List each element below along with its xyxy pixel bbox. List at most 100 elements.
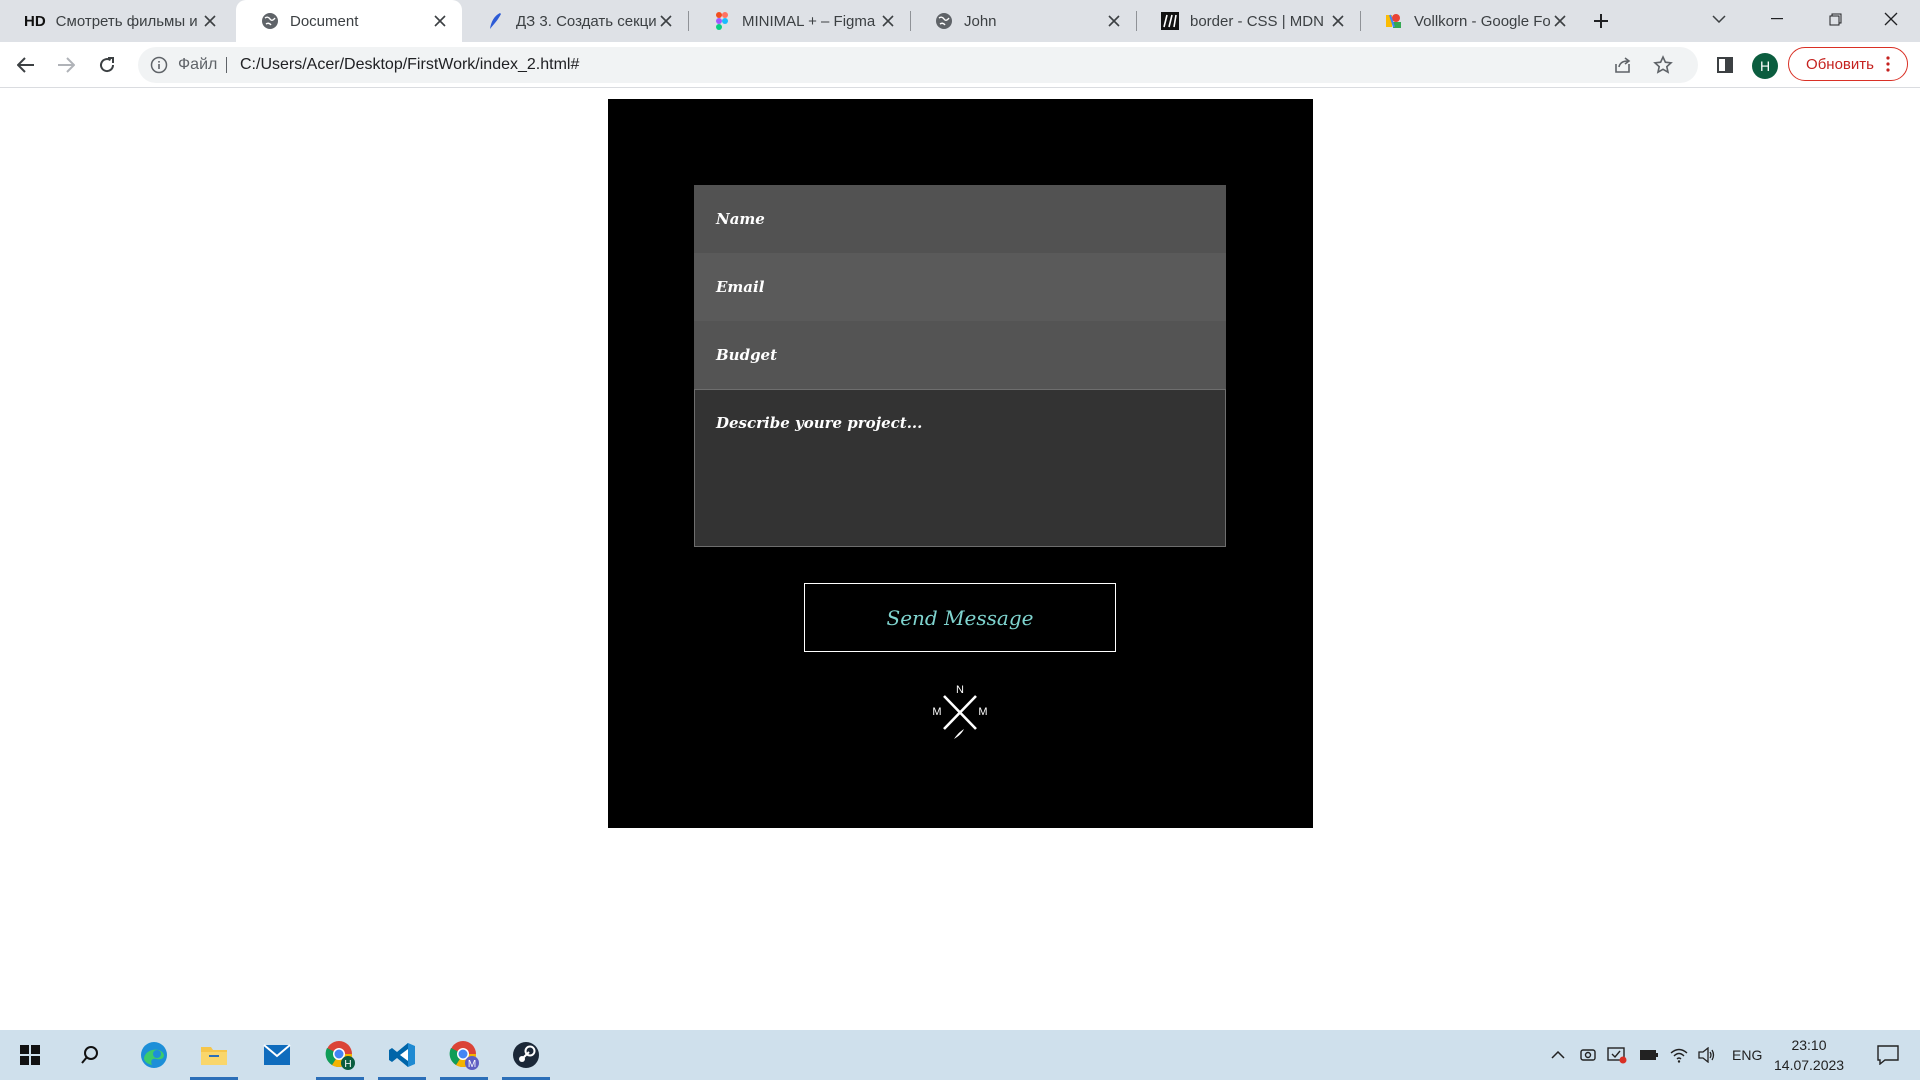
close-icon[interactable] [656, 11, 676, 31]
close-icon[interactable] [200, 11, 220, 31]
url-text[interactable]: C:/Users/Acer/Desktop/FirstWork/index_2.… [240, 47, 579, 83]
tab-title: Document [290, 12, 359, 30]
tab-search-button[interactable] [1690, 0, 1748, 38]
project-description-textarea[interactable]: Describe youre project... [694, 389, 1226, 547]
file-explorer-icon [201, 1047, 227, 1065]
budget-field[interactable]: Budget [694, 321, 1226, 389]
windows-start-button[interactable] [6, 1030, 54, 1080]
camera-icon [1580, 1049, 1596, 1061]
reload-button[interactable] [91, 49, 123, 81]
share-icon[interactable] [1613, 56, 1633, 79]
mdn-icon [1160, 11, 1180, 31]
search-button[interactable] [66, 1030, 114, 1080]
tab-title: Vollkorn - Google For [1414, 12, 1550, 30]
send-message-button[interactable]: Send Message [804, 583, 1116, 652]
volume-button[interactable] [1694, 1030, 1720, 1080]
chrome-profile-badge: Н [344, 1059, 351, 1070]
forward-button[interactable] [50, 49, 82, 81]
vscode-app[interactable] [378, 1030, 426, 1080]
chrome-profile-badge: М [468, 1059, 476, 1070]
google-fonts-icon [1384, 11, 1404, 31]
bookmark-star-icon[interactable] [1653, 55, 1673, 80]
logo-letter-left: M [932, 706, 941, 718]
close-window-button[interactable] [1862, 0, 1920, 38]
tab-title: ДЗ 3. Создать секции [516, 12, 656, 30]
chrome-icon: Н [325, 1041, 355, 1070]
speaker-icon [1698, 1047, 1715, 1063]
tab-title: border - CSS | MDN [1190, 12, 1324, 30]
message-placeholder: Describe youre project... [716, 414, 923, 432]
new-tab-button[interactable] [1582, 2, 1620, 40]
logo-letter-top: N [956, 684, 964, 696]
tab-title: John [964, 12, 997, 30]
name-field[interactable]: Name [694, 185, 1226, 253]
file-explorer-app[interactable] [190, 1030, 238, 1080]
profile-avatar[interactable]: Н [1752, 53, 1778, 79]
contact-form-card: Name Email Budget Describe youre project… [608, 99, 1313, 828]
vscode-icon [389, 1043, 415, 1067]
chevron-down-icon [1712, 15, 1726, 23]
wifi-icon [1670, 1048, 1688, 1063]
tab-movies[interactable]: HD Смотреть фильмы и [0, 0, 232, 42]
tab-homework[interactable]: ДЗ 3. Создать секции [462, 0, 688, 42]
address-bar[interactable]: Файл C:/Users/Acer/Desktop/FirstWork/ind… [138, 47, 1698, 83]
minimize-button[interactable] [1748, 0, 1806, 38]
security-tray-button[interactable] [1604, 1030, 1630, 1080]
notification-icon [1877, 1045, 1899, 1065]
tab-google-fonts[interactable]: Vollkorn - Google For [1360, 0, 1582, 42]
hd-icon: HD [24, 12, 46, 30]
update-button[interactable]: Обновить [1788, 47, 1908, 81]
restore-button[interactable] [1806, 0, 1864, 38]
tab-figma[interactable]: MINIMAL + – Figma [688, 0, 910, 42]
battery-icon [1640, 1050, 1658, 1060]
tab-john[interactable]: John [910, 0, 1136, 42]
clock-time: 23:10 [1791, 1037, 1827, 1053]
edge-icon [141, 1042, 167, 1068]
browser-toolbar: Файл C:/Users/Acer/Desktop/FirstWork/ind… [0, 42, 1920, 88]
tab-document[interactable]: Document [236, 0, 462, 42]
close-icon[interactable] [1104, 11, 1124, 31]
info-icon[interactable] [150, 56, 168, 79]
input-language[interactable]: ENG [1732, 1030, 1762, 1080]
email-field[interactable]: Email [694, 253, 1226, 321]
defender-icon [1607, 1047, 1627, 1064]
budget-placeholder: Budget [716, 346, 778, 364]
action-center-button[interactable] [1866, 1030, 1910, 1080]
mail-icon [263, 1044, 291, 1065]
steam-icon [513, 1042, 539, 1068]
back-button[interactable] [10, 49, 42, 81]
update-button-label: Обновить [1806, 55, 1874, 73]
close-icon[interactable] [1550, 11, 1570, 31]
close-icon[interactable] [878, 11, 898, 31]
scheme-label: Файл [178, 56, 218, 73]
close-icon[interactable] [1328, 11, 1348, 31]
chrome-app-profile-1[interactable]: Н [316, 1030, 364, 1080]
arrow-left-icon [17, 57, 34, 73]
edge-app[interactable] [130, 1030, 178, 1080]
mail-app[interactable] [253, 1030, 301, 1080]
close-icon[interactable] [430, 11, 450, 31]
clock[interactable]: 23:10 14.07.2023 [1774, 1035, 1844, 1075]
side-panel-button[interactable] [1709, 49, 1741, 81]
search-icon [81, 1046, 98, 1064]
browser-tab-strip: HD Смотреть фильмы и Document ДЗ 3. Созд… [0, 0, 1920, 42]
reload-icon [100, 57, 115, 73]
divider [226, 57, 227, 73]
chrome-icon: М [449, 1041, 479, 1070]
meet-now-button[interactable] [1576, 1030, 1600, 1080]
chevron-up-icon [1551, 1051, 1565, 1059]
tab-title: MINIMAL + – Figma [742, 12, 876, 30]
tab-title: Смотреть фильмы и [55, 12, 198, 30]
tab-mdn[interactable]: border - CSS | MDN [1136, 0, 1360, 42]
restore-icon [1829, 13, 1841, 25]
battery-button[interactable] [1636, 1030, 1662, 1080]
show-hidden-icons-button[interactable] [1546, 1030, 1570, 1080]
name-placeholder: Name [716, 210, 765, 228]
steam-app[interactable] [502, 1030, 550, 1080]
brand-logo: N M M [930, 681, 990, 743]
network-button[interactable] [1666, 1030, 1692, 1080]
feather-icon [486, 11, 506, 31]
windows-start-icon [20, 1045, 40, 1065]
figma-icon [712, 11, 732, 31]
chrome-app-profile-2[interactable]: М [440, 1030, 488, 1080]
